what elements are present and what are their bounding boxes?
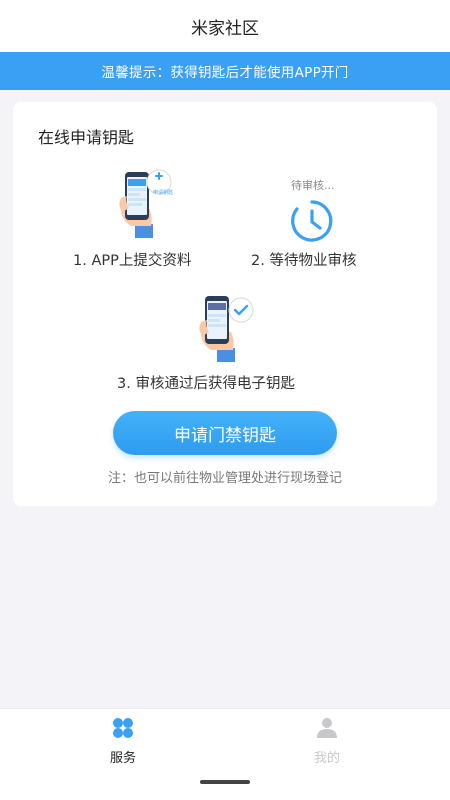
apply-key-card: 在线申请钥匙 申请钥匙 1. APP上提交资料 待审核... 2. 等待物业审核… [13, 102, 437, 506]
app-header: 米家社区 [0, 0, 450, 52]
bottom-tab-bar: 服务 我的 [0, 708, 450, 800]
notice-text: 温馨提示：获得钥匙后才能使用APP开门 [101, 65, 349, 81]
card-title: 在线申请钥匙 [38, 128, 135, 147]
clock-icon [291, 200, 333, 242]
step-3-label: 3. 审核通过后获得电子钥匙 [117, 376, 295, 392]
tab-mine[interactable]: 我的 [287, 717, 367, 766]
home-indicator[interactable] [200, 780, 250, 784]
step-3-illustration [195, 292, 257, 362]
phone-badge-text: 申请钥匙 [153, 190, 174, 196]
grid-clover-icon [113, 718, 133, 738]
step-1-label: 1. APP上提交资料 [73, 253, 192, 269]
person-icon [317, 718, 337, 738]
step-1-illustration [115, 168, 175, 238]
notice-banner: 温馨提示：获得钥匙后才能使用APP开门 [0, 52, 450, 90]
step-2-label: 2. 等待物业审核 [251, 253, 357, 269]
apply-button-label: 申请门禁钥匙 [174, 425, 276, 446]
onsite-registration-note: 注：也可以前往物业管理处进行现场登记 [107, 471, 342, 486]
tab-mine-label: 我的 [313, 751, 340, 766]
apply-access-key-button[interactable]: 申请门禁钥匙 [113, 411, 337, 455]
phone-submit-icon [119, 169, 172, 238]
tab-service-label: 服务 [109, 751, 136, 766]
step-2-illustration [289, 198, 335, 244]
phone-approved-icon [199, 296, 254, 362]
tab-service[interactable]: 服务 [83, 717, 163, 766]
page-title: 米家社区 [191, 18, 259, 39]
pending-status-text: 待审核... [291, 179, 335, 192]
